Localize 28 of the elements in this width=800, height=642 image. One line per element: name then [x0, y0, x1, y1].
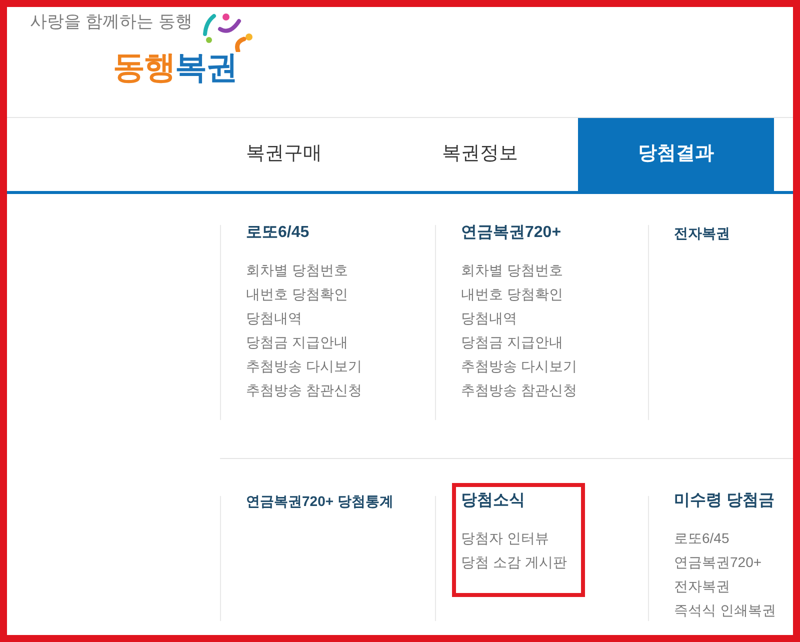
menu-link[interactable]: 추첨방송 참관신청: [246, 378, 362, 402]
menu-link[interactable]: 당첨금 지급안내: [461, 330, 577, 354]
menu-heading[interactable]: 연금복권720+: [461, 222, 577, 244]
menu-link[interactable]: 회차별 당첨번호: [461, 258, 577, 282]
menu-link[interactable]: 당첨내역: [461, 306, 577, 330]
menu-link[interactable]: 추첨방송 참관신청: [461, 378, 577, 402]
menu-link[interactable]: 연금복권720+: [674, 550, 776, 574]
menu-link[interactable]: 회차별 당첨번호: [246, 258, 362, 282]
menu-link[interactable]: 내번호 당첨확인: [461, 282, 577, 306]
menu-heading[interactable]: 전자복권: [674, 222, 730, 244]
menu-link[interactable]: 전자복권: [674, 574, 776, 598]
menu-link[interactable]: 추첨방송 다시보기: [461, 354, 577, 378]
menu-heading[interactable]: 로또6/45: [246, 222, 362, 244]
nav-tab[interactable]: 당첨결과: [578, 118, 774, 191]
menu-heading[interactable]: 미수령 당첨금: [674, 490, 776, 512]
menu-heading[interactable]: 연금복권720+ 당첨통계: [246, 490, 394, 512]
menu-link[interactable]: 로또6/45: [674, 526, 776, 550]
menu-link[interactable]: 당첨내역: [246, 306, 362, 330]
menu-heading[interactable]: 당첨소식: [461, 490, 567, 512]
menu-link[interactable]: 당첨자 인터뷰: [461, 526, 567, 550]
menu-link[interactable]: 추첨방송 다시보기: [246, 354, 362, 378]
menu-link[interactable]: 당첨금 지급안내: [246, 330, 362, 354]
menu-link[interactable]: 당첨 소감 게시판: [461, 550, 567, 574]
menu-link[interactable]: 내번호 당첨확인: [246, 282, 362, 306]
logo-icon[interactable]: [202, 12, 254, 52]
menu-link[interactable]: 즉석식 인쇄복권: [674, 598, 776, 622]
logo-tagline: 사랑을 함께하는 동행: [30, 12, 192, 32]
logo-wordmark[interactable]: 동행복권: [113, 50, 237, 84]
